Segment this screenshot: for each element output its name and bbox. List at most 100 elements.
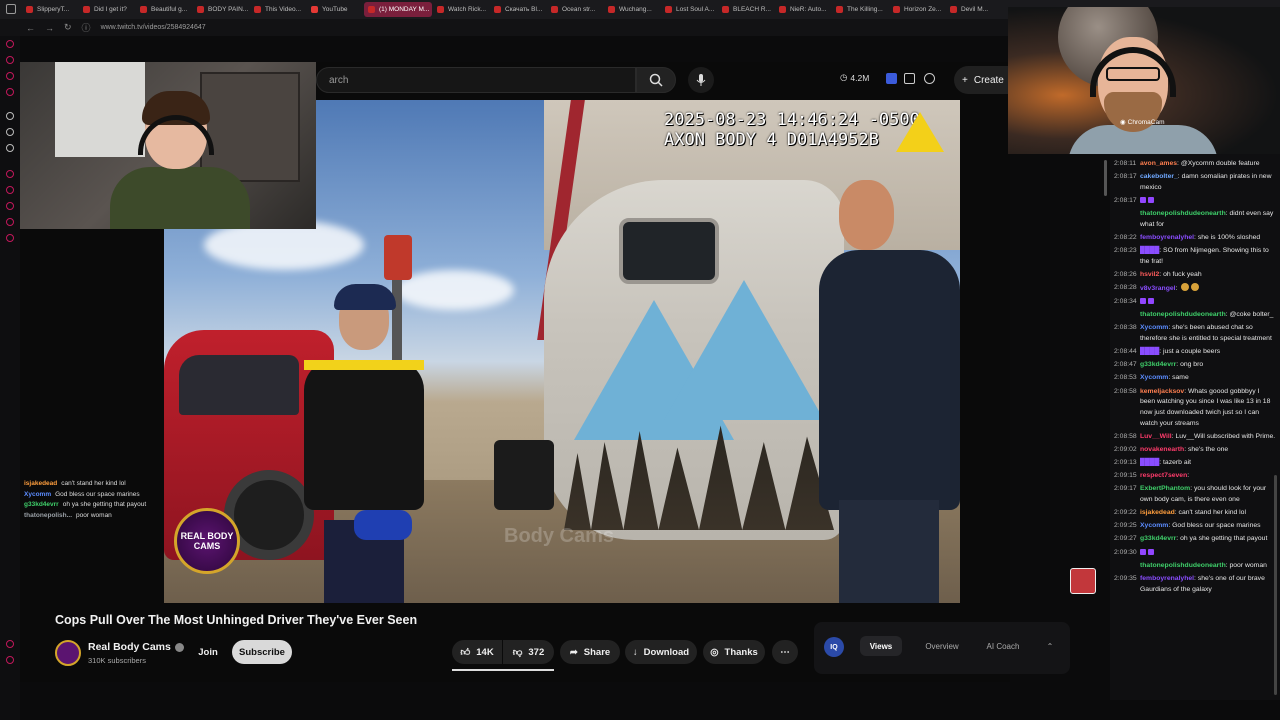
tab-favicon-icon — [779, 6, 786, 13]
sidebar-app-icon[interactable] — [6, 56, 14, 64]
browser-tab[interactable]: Lost Soul A... — [661, 2, 717, 17]
sidebar-app-icon[interactable] — [6, 40, 14, 48]
tab-overview[interactable]: Overview — [916, 636, 968, 656]
reload-icon[interactable]: ↻ — [64, 22, 72, 33]
site-info-icon[interactable]: ⓘ — [82, 21, 91, 34]
x-icon[interactable] — [6, 144, 14, 152]
chat-message-body: novakenearth: she's the one — [1140, 445, 1276, 456]
chat-scrollbar[interactable] — [1274, 475, 1277, 695]
browser-tab[interactable]: Wuchang... — [604, 2, 660, 17]
chat-username[interactable]: ████ — [1140, 348, 1159, 355]
sidebar-app-icon[interactable] — [6, 170, 14, 178]
chat-username[interactable]: thatonepolishdudeonearth — [1140, 210, 1226, 217]
chat-username[interactable]: novakenearth — [1140, 446, 1184, 453]
sidebar-app-icon[interactable] — [6, 128, 14, 136]
collapse-chevron-icon[interactable]: ⌃ — [1040, 636, 1060, 656]
chat-username[interactable]: cakebolter_ — [1140, 173, 1178, 180]
extension-icon[interactable] — [904, 73, 915, 84]
share-button[interactable]: ➦ Share — [560, 640, 620, 664]
overlay-chat-text: poor woman — [76, 511, 112, 519]
chat-username[interactable]: avon_ames — [1140, 160, 1177, 167]
views-stat: ◷ 4.2M — [840, 72, 869, 83]
tab-ai-coach[interactable]: AI Coach — [978, 636, 1028, 656]
extension-icon[interactable] — [924, 73, 935, 84]
voice-search-button[interactable] — [688, 67, 714, 93]
browser-tab[interactable]: The Killing... — [832, 2, 888, 17]
chat-scrollbar[interactable] — [1104, 160, 1107, 196]
sidebar-app-icon[interactable] — [6, 202, 14, 210]
chat-username[interactable]: femboyrenalyhel — [1140, 234, 1194, 241]
chat-username[interactable]: ExbertPhantom — [1140, 485, 1190, 492]
search-input[interactable]: arch — [316, 67, 636, 93]
browser-tab[interactable]: Ocean str... — [547, 2, 603, 17]
browser-menu-icon[interactable] — [6, 4, 16, 14]
more-actions-button[interactable]: ⋯ — [772, 640, 798, 664]
sidebar-app-icon[interactable] — [6, 112, 14, 120]
url-text[interactable]: www.twitch.tv/videos/2584924647 — [101, 24, 206, 31]
chat-message-body: ExbertPhantom: you should look for your … — [1140, 484, 1276, 506]
browser-tab[interactable]: Did I get it? — [79, 2, 135, 17]
sidebar-app-icon[interactable] — [6, 656, 14, 664]
chat-username[interactable]: Luv__Will — [1140, 433, 1172, 440]
sidebar-app-icon[interactable] — [6, 640, 14, 648]
chat-username[interactable]: hsvil2 — [1140, 271, 1159, 278]
overlay-chat-user: thatonepolish... — [24, 511, 73, 519]
browser-tab[interactable]: BODY PAIN... — [193, 2, 249, 17]
channel-name[interactable]: Real Body Cams — [88, 641, 184, 653]
streamer-webcam-left — [20, 62, 316, 229]
chat-message: 2:09:02 novakenearth: she's the one — [1110, 445, 1280, 458]
settings-icon[interactable] — [6, 234, 14, 242]
channel-avatar[interactable] — [55, 640, 81, 666]
chat-username[interactable]: Xycomm — [1140, 324, 1168, 331]
chat-username[interactable]: femboyrenalyhel — [1140, 575, 1194, 582]
address-bar[interactable]: ← → ↻ ⓘ www.twitch.tv/videos/2584924647 — [0, 19, 1010, 36]
chat-username[interactable]: g33kd4evrr — [1140, 535, 1176, 542]
browser-tab[interactable]: This Video... — [250, 2, 306, 17]
chat-username[interactable]: ████ — [1140, 247, 1159, 254]
tab-views[interactable]: Views — [860, 636, 902, 656]
chat-username[interactable]: ████ — [1140, 459, 1159, 466]
chat-username[interactable]: Xycomm — [1140, 374, 1168, 381]
forward-arrow-icon[interactable]: → — [45, 23, 54, 33]
download-button[interactable]: ↓ Download — [625, 640, 697, 664]
browser-tab[interactable]: Watch Rick... — [433, 2, 489, 17]
browser-tab[interactable]: Скачать Bl... — [490, 2, 546, 17]
browser-tab[interactable]: NieR: Auto... — [775, 2, 831, 17]
extension-icon[interactable] — [886, 73, 897, 84]
tab-label: Скачать Bl... — [505, 6, 543, 13]
like-button[interactable]: 👍︎ 14K — [452, 640, 502, 664]
subscribe-button[interactable]: Subscribe — [232, 640, 292, 664]
search-button[interactable] — [636, 67, 676, 93]
sidebar-app-icon[interactable] — [6, 88, 14, 96]
channel-name-text[interactable]: Real Body Cams — [88, 641, 171, 653]
sidebar-app-icon[interactable] — [6, 186, 14, 194]
browser-tab[interactable]: Beautiful g... — [136, 2, 192, 17]
browser-tab[interactable]: Horizon Ze... — [889, 2, 945, 17]
chat-username[interactable]: kemeljacksov — [1140, 388, 1184, 395]
chat-message: 2:08:28 v8v3rangel: — [1110, 283, 1280, 297]
browser-tab[interactable]: SlipperyT... — [22, 2, 78, 17]
overlay-chat-text: can't stand her kind lol — [61, 480, 126, 487]
sidebar-app-icon[interactable] — [6, 72, 14, 80]
fanny-pack — [354, 510, 412, 540]
browser-tab[interactable]: Devil M... — [946, 2, 1002, 17]
join-button[interactable]: Join — [188, 640, 228, 664]
like-ratio-bar — [452, 669, 554, 671]
dislike-button[interactable]: 👎︎ 372 — [503, 640, 554, 664]
chat-username[interactable]: Xycomm — [1140, 522, 1168, 529]
thanks-button[interactable]: ◎ Thanks — [703, 640, 765, 664]
chat-username[interactable]: v8v3rangel — [1140, 285, 1176, 292]
browser-tab[interactable]: BLEACH R... — [718, 2, 774, 17]
chat-timestamp — [1114, 209, 1140, 231]
browser-tab[interactable]: YouTube — [307, 2, 363, 17]
back-arrow-icon[interactable]: ← — [26, 23, 35, 33]
chat-username[interactable]: respect7seven — [1140, 472, 1187, 479]
chat-username[interactable]: g33kd4evrr — [1140, 361, 1176, 368]
chat-username[interactable]: isjakedead — [1140, 509, 1175, 516]
browser-tab[interactable]: (1) MONDAY M... — [364, 2, 432, 17]
search-icon — [649, 73, 663, 87]
chat-username[interactable]: thatonepolishdudeonearth — [1140, 562, 1226, 569]
chat-username[interactable]: thatonepolishdudeonearth — [1140, 311, 1226, 318]
chat-badge-icon — [1140, 298, 1146, 305]
sidebar-app-icon[interactable] — [6, 218, 14, 226]
